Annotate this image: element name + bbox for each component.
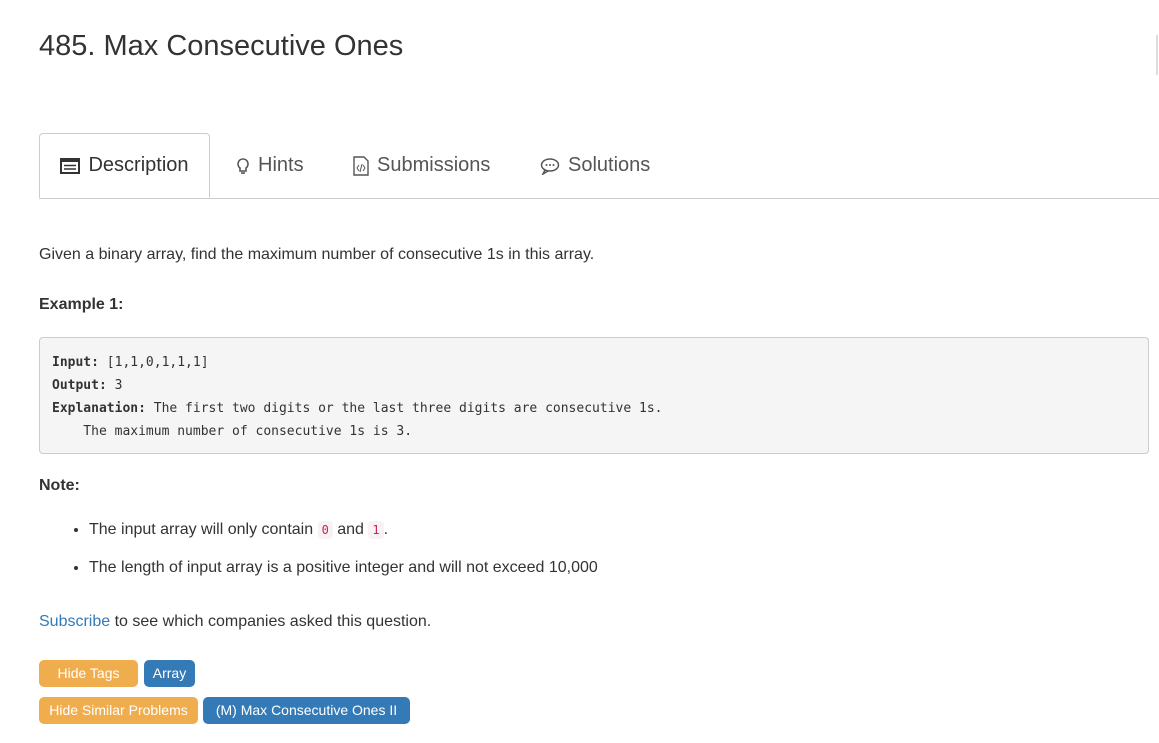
note-text: The input array will only contain	[89, 521, 318, 538]
tab-label: Hints	[258, 154, 304, 176]
hide-similar-problems-button[interactable]: Hide Similar Problems	[39, 697, 198, 724]
input-label: Input:	[52, 355, 99, 370]
subscribe-line: Subscribe to see which companies asked t…	[39, 613, 431, 631]
code-zero: 0	[317, 521, 333, 539]
tab-hints[interactable]: Hints	[236, 133, 304, 198]
explanation-label: Explanation:	[52, 401, 146, 416]
example-heading: Example 1:	[39, 296, 124, 313]
code-one: 1	[368, 521, 384, 539]
explanation-value: The first two digits or the last three d…	[145, 401, 663, 416]
panel-divider[interactable]	[1156, 35, 1158, 75]
note-item: The length of input array is a positive …	[89, 558, 598, 578]
similar-problem-link[interactable]: (M) Max Consecutive Ones II	[203, 697, 410, 724]
tab-solutions[interactable]: Solutions	[540, 133, 650, 198]
note-item: The input array will only contain 0 and …	[89, 520, 598, 540]
code-file-icon	[353, 155, 369, 176]
tab-submissions[interactable]: Submissions	[353, 133, 490, 198]
chat-bubble-icon	[540, 157, 560, 175]
note-text: and	[332, 521, 369, 538]
tag-array[interactable]: Array	[144, 660, 195, 687]
page-title: 485. Max Consecutive Ones	[39, 30, 404, 62]
subscribe-link[interactable]: Subscribe	[39, 613, 110, 630]
explanation-continued: The maximum number of consecutive 1s is …	[52, 424, 413, 439]
tab-label: Solutions	[568, 154, 651, 176]
note-text: .	[383, 521, 389, 538]
output-value: 3	[106, 378, 123, 393]
input-value: [1,1,0,1,1,1]	[98, 355, 209, 370]
tab-label: Description	[88, 154, 189, 176]
tab-description[interactable]: Description	[39, 133, 210, 198]
subscribe-text: to see which companies asked this questi…	[110, 613, 432, 630]
list-icon	[60, 157, 81, 174]
problem-description: Given a binary array, find the maximum n…	[39, 246, 595, 263]
output-label: Output:	[52, 378, 107, 393]
note-heading: Note:	[39, 477, 80, 494]
lightbulb-icon	[237, 157, 249, 174]
tab-label: Submissions	[377, 154, 491, 176]
tab-bar: Description Hints Submissions Solutions	[39, 133, 1159, 199]
example-code-block: Input: [1,1,0,1,1,1] Output: 3 Explanati…	[39, 337, 1149, 454]
hide-tags-button[interactable]: Hide Tags	[39, 660, 138, 687]
note-list: The input array will only contain 0 and …	[39, 520, 598, 596]
